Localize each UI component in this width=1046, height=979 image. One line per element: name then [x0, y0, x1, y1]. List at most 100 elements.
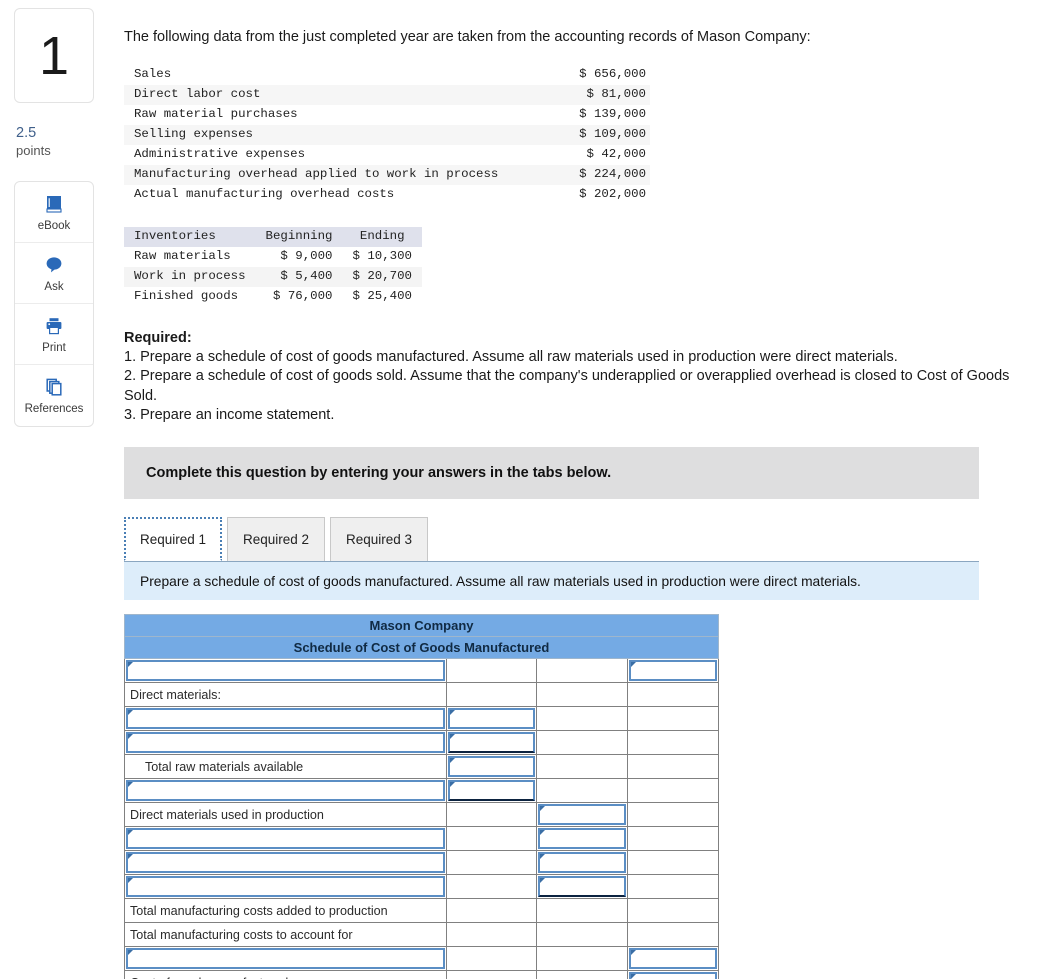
worksheet-col4-cell: [626, 754, 720, 780]
worksheet-col3-cell: [536, 778, 628, 804]
table-row: Direct materials:: [124, 682, 720, 708]
amount-input[interactable]: [629, 972, 718, 979]
tool-ebook-label: eBook: [37, 219, 71, 232]
table-row: Cost of goods manufactured: [124, 970, 720, 979]
label-input[interactable]: [126, 828, 445, 850]
copy-pages-icon: [43, 375, 65, 399]
worksheet-col2-cell: [446, 802, 537, 828]
label-input[interactable]: [126, 708, 445, 730]
amount-input[interactable]: [538, 804, 626, 826]
worksheet-col2-cell: [446, 898, 537, 924]
left-rail: 1 2.5 points eBook Ask Print References: [14, 8, 94, 427]
worksheet-label-cell[interactable]: [124, 706, 447, 732]
fact-label: Administrative expenses: [134, 146, 306, 161]
tab-strip: Required 1 Required 2 Required 3: [124, 515, 979, 563]
points-label: points: [16, 142, 51, 158]
worksheet-col3-cell: [536, 754, 628, 780]
worksheet-col3-cell: [536, 898, 628, 924]
fact-label: Raw material purchases: [134, 106, 298, 121]
amount-input[interactable]: [448, 732, 535, 754]
fact-value: $ 109,000: [557, 124, 650, 145]
table-row: Total manufacturing costs to account for: [124, 922, 720, 948]
worksheet-col4-cell: [626, 706, 720, 732]
worksheet-table: Mason Company Schedule of Cost of Goods …: [123, 614, 720, 979]
fact-value: $ 42,000: [586, 146, 647, 161]
worksheet-col4-cell: [626, 874, 720, 900]
tool-panel: eBook Ask Print References: [14, 180, 94, 427]
tab-required-2[interactable]: Required 2: [227, 517, 326, 562]
tool-ask[interactable]: Ask: [15, 243, 93, 304]
worksheet-col4-cell[interactable]: [626, 658, 720, 684]
amount-input[interactable]: [629, 660, 718, 682]
amount-input[interactable]: [538, 852, 626, 874]
tool-print[interactable]: Print: [15, 304, 93, 365]
amount-input[interactable]: [629, 948, 718, 970]
amount-input[interactable]: [538, 828, 626, 850]
worksheet-label-cell[interactable]: [124, 658, 447, 684]
inventory-label: Finished goods: [134, 288, 239, 303]
table-row: Administrative expenses $ 42,000: [124, 145, 650, 165]
worksheet-col4-cell: [626, 922, 720, 948]
amount-input[interactable]: [448, 756, 535, 778]
worksheet-col2-cell: [446, 850, 537, 876]
question-number: 1: [38, 25, 70, 86]
worksheet-label-cell[interactable]: [124, 778, 447, 804]
worksheet-label-cell[interactable]: [124, 946, 447, 972]
amount-input[interactable]: [448, 780, 535, 802]
label-input[interactable]: [126, 780, 445, 802]
worksheet-schedule-title: Schedule of Cost of Goods Manufactured: [123, 636, 720, 660]
worksheet-col2-cell: [446, 970, 537, 979]
worksheet-label-cell[interactable]: [124, 874, 447, 900]
table-row: [124, 874, 720, 900]
worksheet-col3-cell: [536, 706, 628, 732]
amount-input[interactable]: [448, 708, 535, 730]
tab-required-3[interactable]: Required 3: [330, 517, 429, 562]
table-row: [124, 658, 720, 684]
label-input[interactable]: [126, 948, 445, 970]
inventory-ending: $ 20,700: [342, 266, 422, 287]
tool-print-label: Print: [42, 341, 66, 354]
question-page: 1 2.5 points eBook Ask Print References …: [0, 0, 1046, 979]
worksheet-col2-cell: [446, 946, 537, 972]
table-row: [124, 826, 720, 852]
table-row: Selling expenses $ 109,000: [124, 124, 650, 145]
worksheet-col2-cell[interactable]: [446, 754, 537, 780]
table-row: Work in process $ 5,400 $ 20,700: [124, 266, 422, 287]
fact-label: Selling expenses: [124, 124, 558, 145]
label-input[interactable]: [126, 852, 445, 874]
worksheet-col3-cell: [536, 682, 628, 708]
inventory-ending: $ 25,400: [352, 288, 412, 303]
label-input[interactable]: [126, 660, 445, 682]
printer-icon: [43, 314, 65, 338]
label-input[interactable]: [126, 732, 445, 754]
worksheet-label-cell[interactable]: [124, 826, 447, 852]
label-input[interactable]: [126, 876, 445, 898]
fact-value: $ 656,000: [579, 66, 646, 81]
worksheet-label-cell[interactable]: [124, 730, 447, 756]
worksheet-col4-cell[interactable]: [626, 970, 720, 979]
amount-input[interactable]: [538, 876, 626, 898]
tab-required-1-label: Required 1: [140, 531, 207, 547]
tool-ebook[interactable]: eBook: [15, 182, 93, 243]
worksheet-col4-cell: [626, 850, 720, 876]
worksheet-col2-cell[interactable]: [446, 730, 537, 756]
worksheet-col3-cell[interactable]: [536, 802, 628, 828]
inventories-table: Inventories Beginning Ending Raw materia…: [124, 226, 422, 307]
worksheet-col4-cell: [626, 778, 720, 804]
fact-label: Manufacturing overhead applied to work i…: [124, 164, 558, 185]
worksheet-col2-cell[interactable]: [446, 706, 537, 732]
worksheet-col3-cell[interactable]: [536, 850, 628, 876]
worksheet-col2-cell[interactable]: [446, 778, 537, 804]
tab-required-1[interactable]: Required 1: [124, 517, 223, 562]
worksheet-label-cell[interactable]: [124, 850, 447, 876]
table-row: [124, 706, 720, 732]
worksheet-col3-cell[interactable]: [536, 826, 628, 852]
worksheet-col3-cell[interactable]: [536, 874, 628, 900]
worksheet-col4-cell[interactable]: [626, 946, 720, 972]
tab-required-2-label: Required 2: [243, 532, 310, 548]
tool-references[interactable]: References: [15, 365, 93, 426]
worksheet-col4-cell: [626, 682, 720, 708]
fact-value: $ 139,000: [579, 106, 646, 121]
table-row: Manufacturing overhead applied to work i…: [124, 164, 650, 185]
worksheet-label-cell: Direct materials used in production: [124, 802, 447, 828]
